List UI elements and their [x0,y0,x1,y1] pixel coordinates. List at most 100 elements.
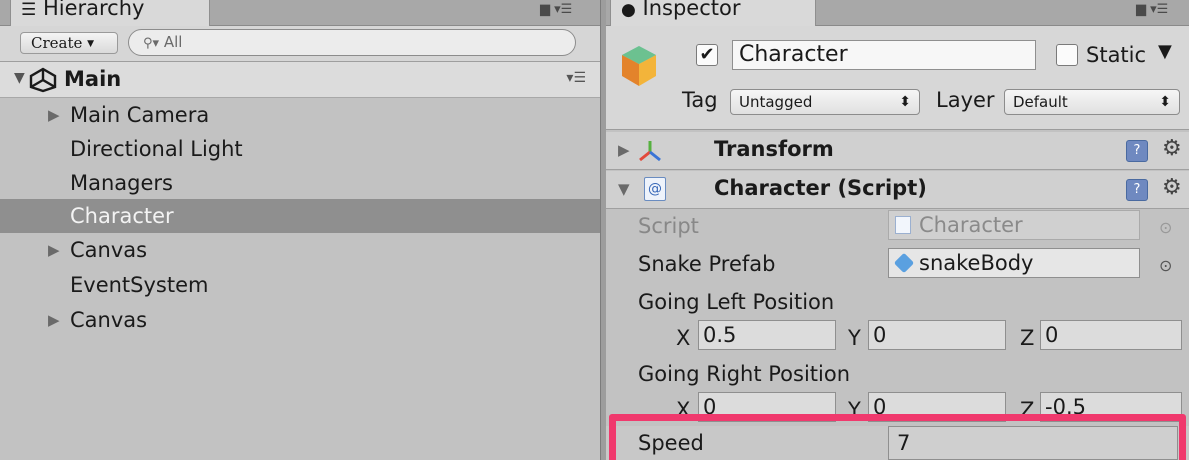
hierarchy-panel: ☰ Hierarchy ▆ ▾☰ Create ▼ ⚲▾ All ▼ Main … [0,0,600,460]
object-name-value: Character [739,42,848,67]
component-title: Character (Script) [714,176,927,200]
going-left-x-field[interactable]: 0.5 [698,320,836,350]
static-label: Static [1086,43,1147,67]
speed-label: Speed [638,431,704,455]
hierarchy-tab[interactable]: ☰ Hierarchy [10,0,210,26]
tag-dropdown[interactable]: Untagged ⬍ [730,89,920,115]
hierarchy-item-label: Managers [70,171,173,195]
inspector-header: ✔ Character Static ▼ Tag Untagged ⬍ Laye… [606,26,1189,130]
going-right-y-field[interactable]: 0 [868,392,1006,422]
layer-value: Default [1013,93,1068,111]
hierarchy-item-label: Main Camera [70,103,210,127]
going-left-y-value: 0 [873,323,887,347]
inspector-panel: ● Inspector ▆ ▾☰ ✔ Character Static ▼ Ta… [606,0,1189,460]
hierarchy-item-selected[interactable]: Character [0,199,600,233]
speed-field[interactable]: 7 [888,426,1178,460]
script-component-header[interactable]: ▼ @ Character (Script) ? ⚙ [606,171,1189,209]
x-label: X [676,398,691,422]
tag-value: Untagged [739,93,813,111]
static-dropdown-icon[interactable]: ▼ [1158,41,1172,62]
going-right-label: Going Right Position [638,362,851,386]
going-left-label: Going Left Position [638,290,835,314]
expand-arrow-icon[interactable]: ▼ [14,70,25,86]
script-object-field: Character [888,210,1140,240]
prefab-cube-icon [893,252,915,274]
layer-label: Layer [936,88,995,112]
unity-logo-icon [29,67,57,93]
tag-label: Tag [682,88,718,112]
search-icon: ⚲▾ [143,36,160,51]
scene-menu-icon[interactable]: ▾☰ [566,70,586,86]
transform-axes-icon [639,141,661,162]
hierarchy-toolbar: Create ▼ ⚲▾ All [0,26,600,62]
transform-component-header[interactable]: ▶ Transform ? ⚙ [606,132,1189,170]
going-right-x-field[interactable]: 0 [698,392,836,422]
going-right-z-value: -0.5 [1045,395,1086,419]
static-checkbox[interactable] [1056,44,1078,66]
snake-prefab-value: snakeBody [919,251,1034,275]
y-label: Y [848,326,861,350]
snake-prefab-field[interactable]: snakeBody [888,248,1140,278]
help-icon[interactable]: ? [1126,179,1148,201]
hierarchy-item[interactable]: ▶ Canvas [0,233,600,267]
search-placeholder: All [163,33,183,51]
going-right-y-value: 0 [873,395,887,419]
layer-dropdown[interactable]: Default ⬍ [1004,89,1180,115]
inspector-tab-title: Inspector [642,0,741,20]
hierarchy-tab-title: Hierarchy [42,0,145,20]
scene-name: Main [64,67,122,91]
expand-arrow-icon[interactable]: ▶ [618,141,630,159]
script-label: Script [638,214,699,238]
going-right-z-field[interactable]: -0.5 [1040,392,1182,422]
going-left-z-value: 0 [1045,323,1059,347]
gear-icon[interactable]: ⚙ [1162,175,1182,200]
hierarchy-item[interactable]: Managers [0,166,600,200]
hierarchy-search-input[interactable]: ⚲▾ All [128,29,576,56]
going-right-x-value: 0 [703,395,717,419]
expand-arrow-icon[interactable]: ▶ [48,303,60,337]
tab-menu-icon[interactable]: ▆ ▾☰ [1136,2,1168,17]
hierarchy-item[interactable]: ▶ Canvas [0,303,600,337]
gear-icon[interactable]: ⚙ [1162,136,1182,161]
create-button-label: Create [31,34,83,52]
snake-prefab-label: Snake Prefab [638,252,776,276]
speed-row: Speed 7 [606,426,1189,460]
speed-value: 7 [897,431,911,455]
component-title: Transform [714,137,834,161]
expand-arrow-icon[interactable]: ▶ [48,233,60,267]
hierarchy-item[interactable]: EventSystem [0,268,600,302]
script-field-value: Character [919,213,1023,237]
info-icon: ● [621,0,636,20]
object-name-field[interactable]: Character [732,40,1036,70]
tab-menu-icon[interactable]: ▆ ▾☰ [540,2,572,17]
going-left-z-field[interactable]: 0 [1040,320,1182,350]
updown-arrow-icon: ⬍ [899,94,911,110]
x-label: X [676,326,691,350]
going-left-y-field[interactable]: 0 [868,320,1006,350]
active-checkbox[interactable]: ✔ [696,44,718,66]
hierarchy-item-label: Canvas [70,308,148,332]
collapse-arrow-icon[interactable]: ▼ [618,180,630,198]
z-label: Z [1020,326,1035,350]
hierarchy-item[interactable]: ▶ Main Camera [0,98,600,132]
hierarchy-item-label: EventSystem [70,273,209,297]
gameobject-cube-icon [622,46,656,86]
hierarchy-item-label: Directional Light [70,137,243,161]
hierarchy-item-label: Canvas [70,238,148,262]
script-file-icon [895,216,911,234]
object-picker-icon[interactable]: ⊙ [1159,256,1172,275]
hierarchy-item[interactable]: Directional Light [0,132,600,166]
help-icon[interactable]: ? [1126,140,1148,162]
expand-arrow-icon[interactable]: ▶ [48,98,60,132]
dropdown-arrow-icon: ▼ [87,39,95,49]
going-left-x-value: 0.5 [703,323,737,347]
inspector-tab-bar: ● Inspector ▆ ▾☰ [606,0,1189,26]
create-button[interactable]: Create ▼ [20,32,118,54]
hierarchy-item-label: Character [70,204,174,228]
scene-row[interactable]: ▼ Main ▾☰ [0,62,600,98]
csharp-script-icon: @ [644,177,666,201]
list-icon: ☰ [21,0,37,20]
updown-arrow-icon: ⬍ [1159,94,1171,110]
inspector-tab[interactable]: ● Inspector [610,0,816,26]
y-label: Y [848,398,861,422]
